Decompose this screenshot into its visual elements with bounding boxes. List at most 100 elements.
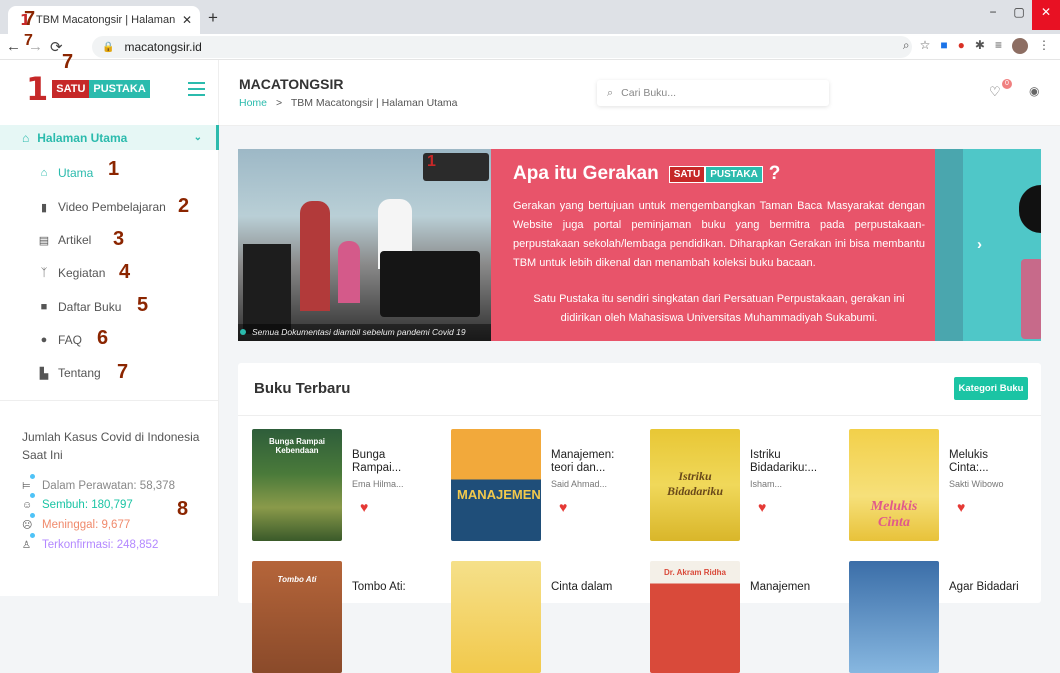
site-title: MACATONGSIR <box>239 76 344 92</box>
slider-next-arrow-icon[interactable]: › <box>977 236 982 253</box>
logo-number: 1 <box>26 70 49 108</box>
puzzle-icon[interactable]: ✱ <box>975 38 985 54</box>
bed-icon: ⊨ <box>22 473 36 492</box>
heart-icon[interactable]: ♥ <box>957 499 965 515</box>
annotation-label: 8 <box>177 498 189 520</box>
user-icon[interactable]: ◉ <box>1029 84 1039 98</box>
home-icon: ⌂ <box>40 167 48 179</box>
hero-banner: 1 Semua Dokumentasi diambil sebelum pand… <box>238 149 1041 341</box>
book-cover[interactable] <box>451 561 541 673</box>
reload-icon[interactable]: ⟳ <box>50 38 63 56</box>
book-cover[interactable]: MANAJEMEN <box>451 429 541 541</box>
sidebar-item-label: Utama <box>58 166 94 180</box>
book-cover[interactable]: Istriku Bidadariku <box>650 429 740 541</box>
browser-tab[interactable]: 1 TBM Macatongsir | Halaman Uta ✕ <box>8 6 200 34</box>
sidebar-group-halaman-utama[interactable]: ⌂ Halaman Utama ⌄ <box>0 125 219 150</box>
minimize-button[interactable]: − <box>980 0 1006 30</box>
hamburger-menu-icon[interactable] <box>188 82 205 100</box>
annotation-label: 3 <box>113 228 125 250</box>
section-divider <box>238 415 1041 416</box>
tab-title: TBM Macatongsir | Halaman Uta <box>36 14 176 26</box>
book-cover[interactable]: Tombo Ati <box>252 561 342 673</box>
zoom-icon[interactable]: ⌕ <box>903 38 910 54</box>
search-input[interactable]: ⌕ Cari Buku... <box>597 80 829 106</box>
book-cover[interactable] <box>849 561 939 673</box>
covid-stat: Terkonfirmasi: 248,852 <box>42 539 159 551</box>
url-text: macatongsir.id <box>124 40 202 54</box>
book-title[interactable]: Bunga Rampai... <box>352 449 432 475</box>
book-cover[interactable]: Dr. Akram Ridha <box>650 561 740 673</box>
heart-icon[interactable]: ♥ <box>758 499 766 515</box>
banner-next-slide[interactable] <box>935 149 963 341</box>
annotation-label: 2 <box>178 195 190 217</box>
logo-satu: SATU <box>52 80 90 98</box>
book-cover[interactable]: Bunga Rampai Kebendaan <box>252 429 342 541</box>
wishlist-badge: 0 <box>1002 79 1012 89</box>
book-title[interactable]: Manajemen <box>750 581 830 594</box>
tab-close-icon[interactable]: ✕ <box>182 13 192 27</box>
covid-terkonfirmasi: ♙ Terkonfirmasi: 248,852 <box>22 532 159 551</box>
sidebar-group-label: Halaman Utama <box>37 130 128 145</box>
browser-extensions: ⌕ ☆ ■ ● ✱ ≡ ⋮ <box>903 38 1050 54</box>
annotation-label: 5 <box>137 294 149 316</box>
sidebar-item-tentang[interactable]: ▙ Tentang <box>38 366 101 380</box>
sidebar-item-label: Video Pembelajaran <box>58 200 166 214</box>
maximize-button[interactable]: ▢ <box>1006 0 1032 30</box>
adblock-icon[interactable]: ● <box>958 38 965 54</box>
sidebar-item-daftar-buku[interactable]: ■ Daftar Buku <box>38 300 122 314</box>
covid-meninggal: ☹ Meninggal: 9,677 <box>22 512 130 531</box>
banner-logo-icon: 1 <box>423 153 489 181</box>
kategori-buku-button[interactable]: Kategori Buku <box>954 377 1028 400</box>
banner-photo: 1 Semua Dokumentasi diambil sebelum pand… <box>238 149 491 341</box>
sidebar-item-kegiatan[interactable]: ᛉ Kegiatan <box>38 266 106 280</box>
question-icon: ● <box>40 334 48 346</box>
address-bar[interactable]: 🔒 macatongsir.id <box>92 36 912 58</box>
annotation-label: 7 <box>62 51 74 73</box>
site-logo[interactable]: 1 SATU PUSTAKA <box>26 70 150 108</box>
window-controls: − ▢ ✕ <box>980 0 1060 30</box>
sidebar-item-utama[interactable]: ⌂ Utama <box>38 166 94 180</box>
new-tab-button[interactable]: + <box>208 8 218 28</box>
close-window-button[interactable]: ✕ <box>1032 0 1060 30</box>
wishlist-heart-icon[interactable]: ♡ <box>989 84 1001 100</box>
sad-icon: ☹ <box>22 512 36 531</box>
book-title[interactable]: Manajemen: teori dan... <box>551 449 631 475</box>
annotation-label: 7 <box>24 8 36 30</box>
sidebar-item-label: Tentang <box>58 366 101 380</box>
bookmark-star-icon[interactable]: ☆ <box>920 38 931 54</box>
book-cover[interactable]: Melukis Cinta <box>849 429 939 541</box>
sidebar-item-label: Artikel <box>58 233 92 247</box>
activity-icon: ᛉ <box>40 267 48 279</box>
book-title[interactable]: Agar Bidadari <box>949 581 1029 594</box>
heart-icon[interactable]: ♥ <box>559 499 567 515</box>
book-title[interactable]: Cinta dalam <box>551 581 631 594</box>
article-icon: ▤ <box>38 234 50 247</box>
smile-icon: ☺ <box>22 492 36 511</box>
menu-dots-icon[interactable]: ⋮ <box>1038 38 1050 54</box>
latest-books-section: Buku Terbaru Kategori Buku Bunga Rampai … <box>238 363 1041 673</box>
breadcrumb-home[interactable]: Home <box>239 97 267 109</box>
back-icon[interactable]: ← <box>6 38 21 55</box>
sidebar-item-label: Daftar Buku <box>58 300 122 314</box>
annotation-label: 1 <box>108 158 120 180</box>
book-title[interactable]: Melukis Cinta:... <box>949 449 1029 475</box>
sidebar-item-faq[interactable]: ● FAQ <box>38 333 82 347</box>
profile-avatar[interactable] <box>1012 38 1028 54</box>
sidebar-item-artikel[interactable]: ▤ Artikel <box>38 233 92 247</box>
extension-icon[interactable]: ■ <box>940 38 947 54</box>
banner-paragraph-2: Satu Pustaka itu sendiri singkatan dari … <box>533 293 905 324</box>
book-author: Isham... <box>750 479 783 489</box>
annotation-label: 6 <box>97 327 109 349</box>
book-title[interactable]: Istriku Bidadariku:... <box>750 449 830 475</box>
book-author: Sakti Wibowo <box>949 479 1004 489</box>
lock-icon: 🔒 <box>102 41 115 53</box>
banner-tag: SATU PUSTAKA <box>668 165 763 183</box>
heart-icon[interactable]: ♥ <box>360 499 368 515</box>
reading-list-icon[interactable]: ≡ <box>995 38 1002 54</box>
covid-stat: Dalam Perawatan: 58,378 <box>42 480 175 492</box>
breadcrumb-separator: > <box>275 97 283 109</box>
book-title[interactable]: Tombo Ati: <box>352 581 432 594</box>
book-author: Ema Hilma... <box>352 479 404 489</box>
sidebar-item-video-pembelajaran[interactable]: ▮ Video Pembelajaran <box>38 200 166 214</box>
section-title: Buku Terbaru <box>254 380 351 397</box>
